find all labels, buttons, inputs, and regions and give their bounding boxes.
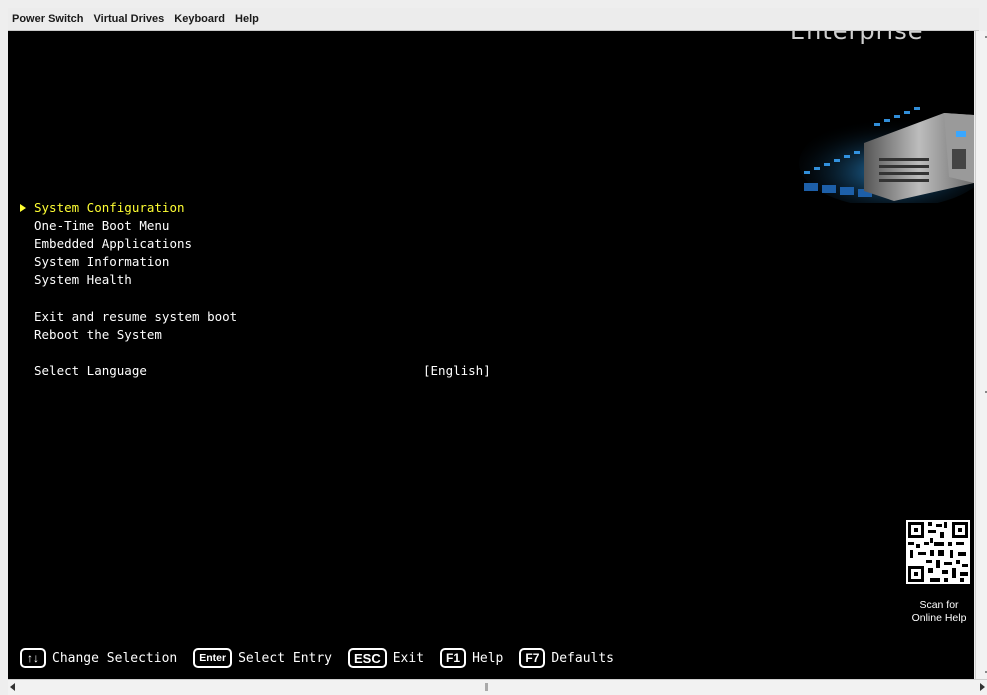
server-graphic	[799, 107, 974, 203]
f1-key[interactable]: F1	[440, 648, 467, 668]
esc-key[interactable]: ESC	[348, 648, 387, 668]
menu-bar: Power Switch Virtual Drives Keyboard Hel…	[8, 8, 979, 31]
vertical-scrollbar[interactable]	[975, 31, 987, 679]
arrows-key-label: Change Selection	[52, 650, 178, 666]
menu-item-label: System Health	[34, 272, 132, 287]
f1-key-label: Help	[472, 650, 504, 666]
menu-item-label: Select Language	[34, 363, 147, 378]
enter-key-label: Select Entry	[238, 650, 332, 666]
arrows-key[interactable]: ↑↓	[20, 648, 46, 668]
menu-help[interactable]: Help	[230, 8, 264, 30]
menu-item-label: Exit and resume system boot	[34, 309, 238, 324]
menu-keyboard[interactable]: Keyboard	[169, 8, 230, 30]
brand-text: Enterprise	[790, 31, 924, 45]
window-top-edge	[0, 0, 987, 8]
menu-item-label: One-Time Boot Menu	[34, 218, 170, 233]
esc-key-label: Exit	[392, 650, 425, 666]
menu-item-label: System Information	[34, 254, 170, 269]
key-legend: ↑↓ Change Selection Enter Select Entry E…	[20, 645, 630, 671]
scroll-right-icon[interactable]	[980, 683, 985, 691]
f7-key-label: Defaults	[551, 650, 615, 666]
remote-console-screen[interactable]: Enterprise System Configuration One-Time…	[8, 31, 974, 679]
qr-code	[906, 520, 970, 584]
menu-item-label: System Configuration	[34, 200, 185, 215]
selection-arrow-icon	[20, 204, 26, 212]
menu-virtual-drives[interactable]: Virtual Drives	[89, 8, 170, 30]
menu-item-label: Reboot the System	[34, 327, 162, 342]
horizontal-scrollbar[interactable]	[8, 679, 987, 695]
scroll-thumb[interactable]	[485, 683, 488, 691]
language-value[interactable]: [English]	[423, 362, 491, 380]
menu-power-switch[interactable]: Power Switch	[8, 8, 89, 30]
qr-caption-line1: Scan for	[919, 599, 959, 611]
f7-key[interactable]: F7	[519, 648, 546, 668]
scroll-left-icon[interactable]	[10, 683, 15, 691]
qr-caption: Scan for Online Help	[900, 599, 974, 625]
enter-key[interactable]: Enter	[193, 648, 233, 668]
menu-item-label: Embedded Applications	[34, 236, 193, 251]
qr-caption-line2: Online Help	[911, 612, 967, 624]
